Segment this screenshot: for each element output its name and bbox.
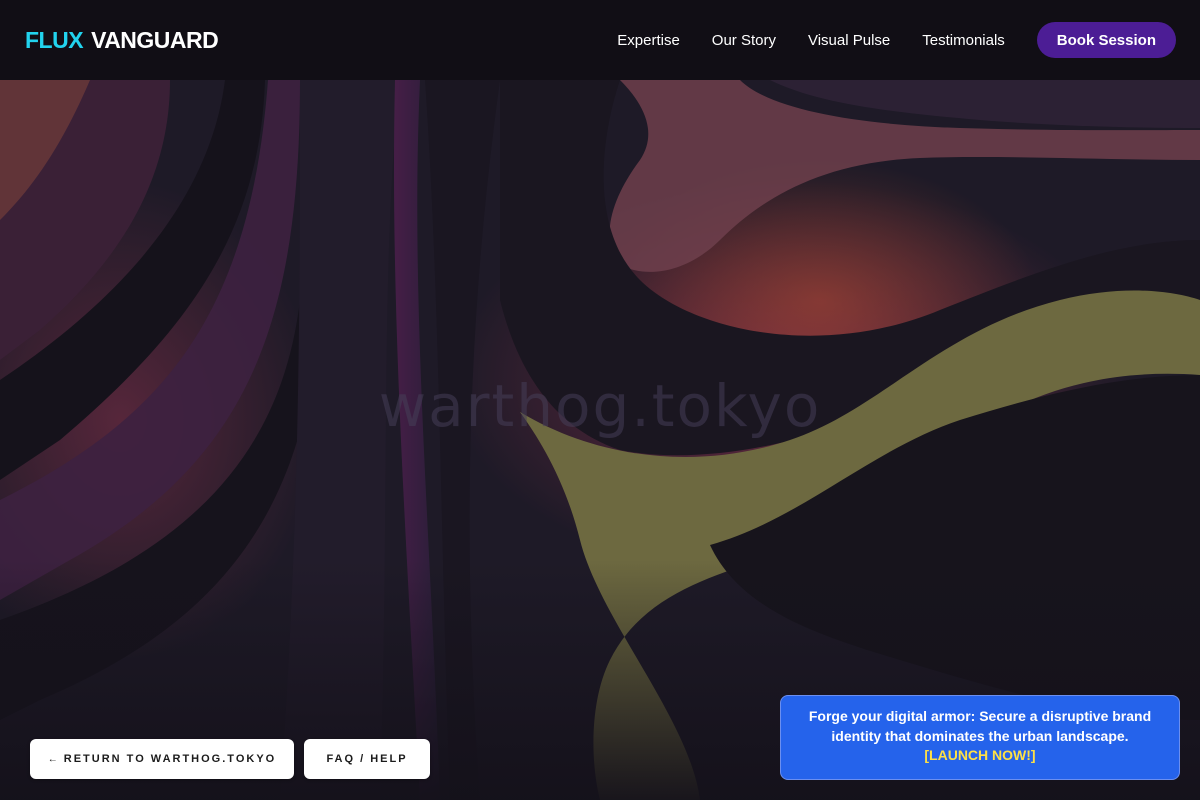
nav-link-our-story[interactable]: Our Story <box>712 32 776 49</box>
promo-banner[interactable]: Forge your digital armor: Secure a disru… <box>780 695 1180 780</box>
faq-help-label: FAQ / HELP <box>326 753 408 765</box>
page: warthog.tokyo FLUX VANGUARD Expertise Our… <box>0 0 1200 800</box>
promo-launch-link[interactable]: [LAUNCH NOW!] <box>795 746 1165 766</box>
logo-text: VANGUARD <box>91 26 219 53</box>
logo-accent-text: FLUX <box>25 26 84 53</box>
hero-watermark: warthog.tokyo <box>378 372 822 440</box>
site-header: FLUX VANGUARD Expertise Our Story Visual … <box>0 0 1200 80</box>
nav-link-expertise[interactable]: Expertise <box>617 32 680 49</box>
faq-help-button[interactable]: FAQ / HELP <box>304 739 430 779</box>
book-session-button[interactable]: Book Session <box>1036 22 1176 58</box>
return-home-button[interactable]: ← RETURN TO WARTHOG.TOKYO <box>30 739 294 779</box>
promo-text: Forge your digital armor: Secure a disru… <box>808 708 1152 744</box>
brand-logo[interactable]: FLUX VANGUARD <box>25 26 219 54</box>
main-nav: Expertise Our Story Visual Pulse Testimo… <box>617 22 1176 58</box>
nav-link-visual-pulse[interactable]: Visual Pulse <box>808 32 890 49</box>
return-home-label: RETURN TO WARTHOG.TOKYO <box>63 753 277 765</box>
arrow-left-icon: ← <box>47 753 58 765</box>
nav-link-testimonials[interactable]: Testimonials <box>922 32 1005 49</box>
